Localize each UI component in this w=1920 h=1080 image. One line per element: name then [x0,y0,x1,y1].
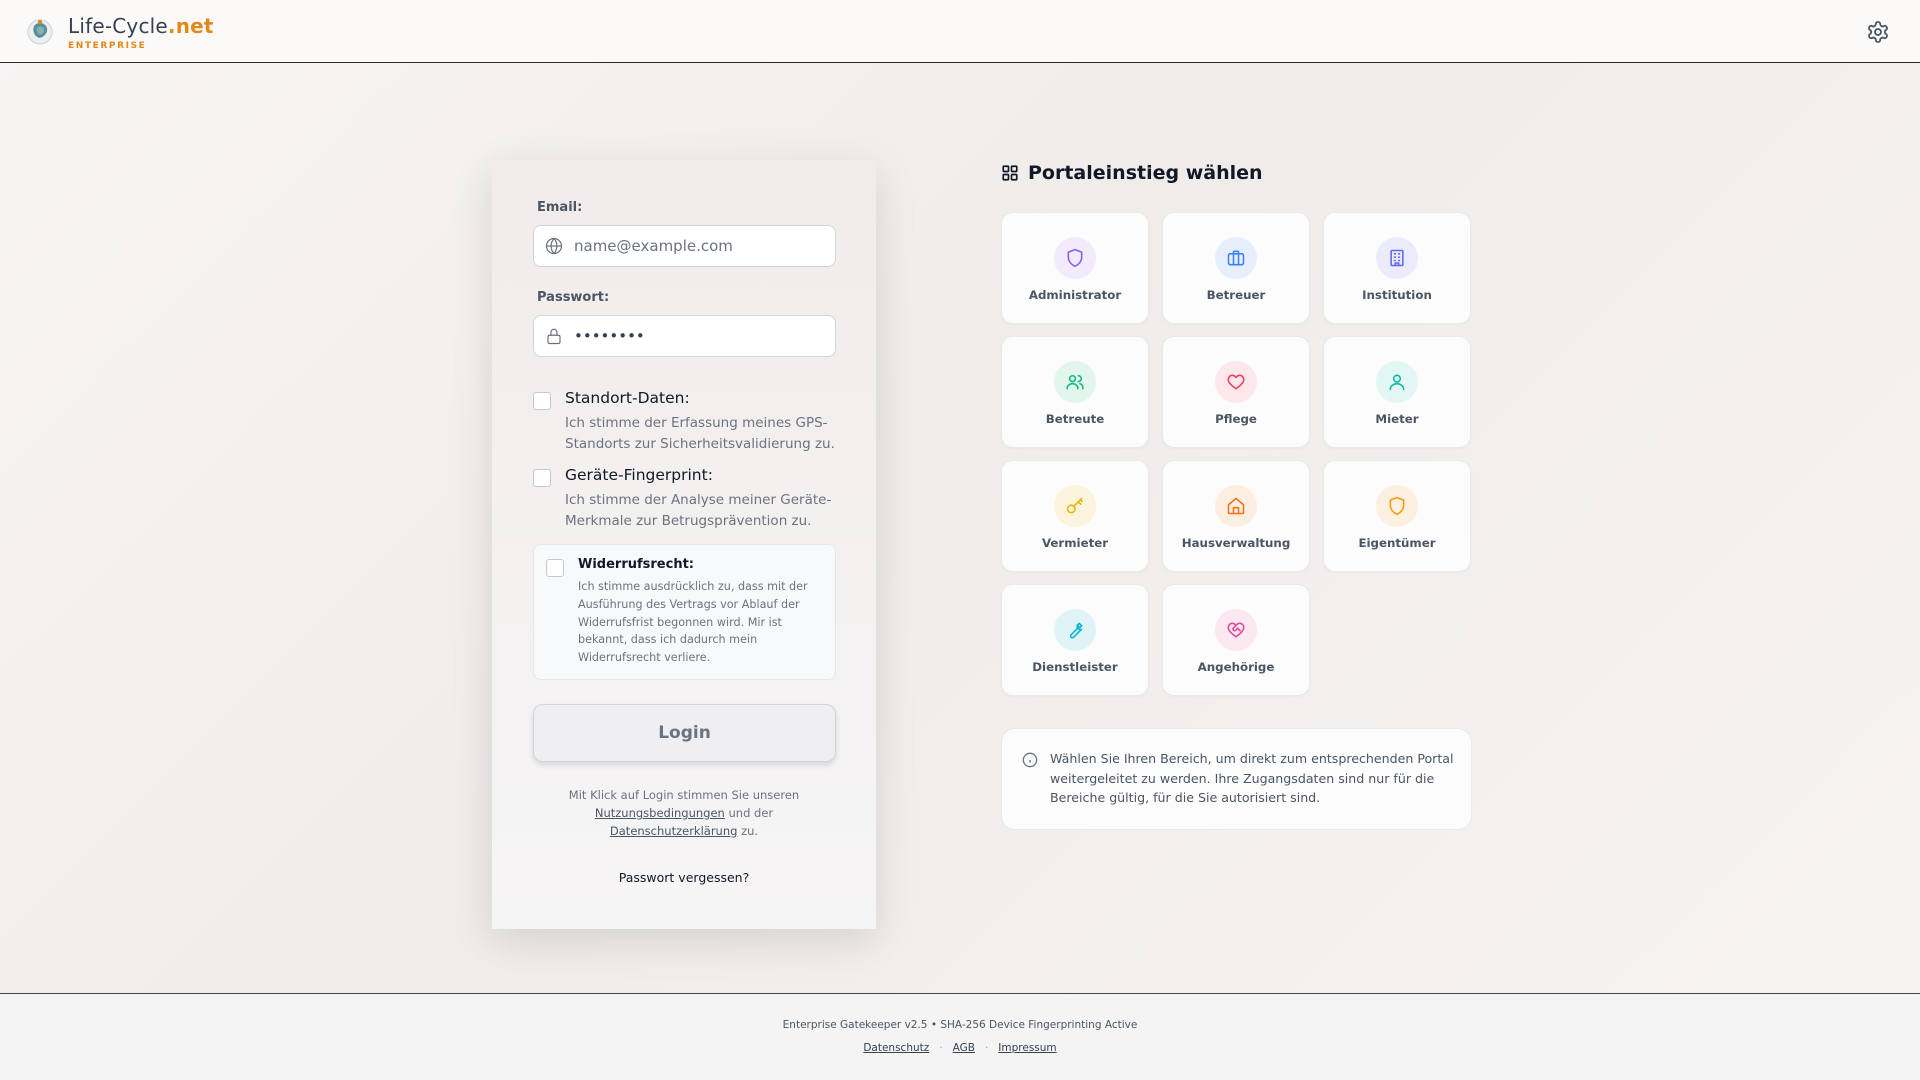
location-desc: Ich stimme der Erfassung meines GPS-Stan… [565,415,835,452]
footer-text: Enterprise Gatekeeper v2.5 • SHA-256 Dev… [782,1019,1138,1031]
footer: Enterprise Gatekeeper v2.5 • SHA-256 Dev… [0,993,1920,1080]
portal-tile-label: Betreute [1045,412,1105,426]
portal-title: Portaleinstieg wählen [1028,162,1263,184]
portal-tile-label: Administrator [1028,288,1122,302]
brand-name: Life-Cycle.net [68,14,214,38]
home-icon [1227,497,1245,515]
portal-tile-icon-circle [1215,485,1257,527]
portal-tile-angehörige[interactable]: Angehörige [1162,584,1310,696]
portal-tile-icon-circle [1054,361,1096,403]
heart-handshake-icon [1227,622,1245,638]
footer-link-impressum[interactable]: Impressum [998,1042,1056,1054]
top-header: Life-Cycle.net ENTERPRISE [0,0,1920,63]
lock-icon [547,328,561,345]
fingerprint-title: Geräte-Fingerprint: [565,466,713,484]
portal-tile-icon-circle [1215,237,1257,279]
key-icon [1066,497,1083,514]
widerruf-box: Widerrufsrecht: Ich stimme ausdrücklich … [533,544,836,680]
password-label: Passwort: [537,290,610,305]
users-icon [1066,374,1084,390]
login-card: Email: Passwort: Standort-Daten: Ich sti… [492,160,876,929]
brand-subtitle: ENTERPRISE [68,41,147,51]
email-field-wrap [533,225,836,267]
grid-icon [1002,165,1018,181]
portal-tile-icon-circle [1376,485,1418,527]
location-title: Standort-Daten: [565,389,690,407]
portal-tile-label: Betreuer [1206,288,1266,302]
portal-tile-administrator[interactable]: Administrator [1001,212,1149,324]
portal-tile-label: Pflege [1215,412,1257,426]
portal-tile-icon-circle [1215,361,1257,403]
portal-tile-label: Angehörige [1197,660,1275,674]
email-input[interactable] [574,226,829,266]
portal-tile-icon-circle [1054,237,1096,279]
footer-link-datenschutz[interactable]: Datenschutz [863,1042,929,1054]
password-input[interactable] [574,316,829,356]
briefcase-icon [1227,250,1245,266]
building-icon [1390,249,1404,267]
heart-icon [1227,374,1245,390]
widerruf-desc: Ich stimme ausdrücklich zu, dass mit der… [578,580,808,665]
wrench-icon [1069,622,1083,639]
portal-tile-label: Vermieter [1041,536,1109,550]
portal-tile-betreute[interactable]: Betreute [1001,336,1149,448]
info-box: Wählen Sie Ihren Bereich, um direkt zum … [1001,728,1472,830]
globe-icon [545,237,563,255]
user-icon [1389,374,1405,391]
location-checkbox[interactable] [533,392,551,410]
portal-tile-hausverwaltung[interactable]: Hausverwaltung [1162,460,1310,572]
privacy-link[interactable]: Datenschutzerklärung [610,824,738,838]
widerruf-title: Widerrufsrecht: [578,557,694,572]
footer-links: Datenschutz · AGB · Impressum [863,1042,1057,1054]
portal-tile-label: Eigentümer [1358,536,1436,550]
fingerprint-checkbox[interactable] [533,469,551,487]
portal-tile-label: Mieter [1375,412,1419,426]
portal-tile-dienstleister[interactable]: Dienstleister [1001,584,1149,696]
portal-tile-label: Hausverwaltung [1181,536,1291,550]
shield-outline-icon [1389,496,1405,516]
portal-tile-icon-circle [1054,609,1096,651]
portal-tile-pflege[interactable]: Pflege [1162,336,1310,448]
email-label: Email: [537,200,583,215]
portal-tile-icon-circle [1054,485,1096,527]
gear-icon[interactable] [1866,20,1890,44]
info-text: Wählen Sie Ihren Bereich, um direkt zum … [1050,751,1454,805]
portal-tile-label: Institution [1362,288,1432,302]
portal-tile-eigentümer[interactable]: Eigentümer [1323,460,1471,572]
terms-link[interactable]: Nutzungsbedingungen [595,806,725,820]
fingerprint-desc: Ich stimme der Analyse meiner Geräte-Mer… [565,492,832,529]
portal-tile-icon-circle [1376,237,1418,279]
portal-tile-label: Dienstleister [1032,660,1118,674]
shield-icon [1067,248,1083,268]
portal-tile-betreuer[interactable]: Betreuer [1162,212,1310,324]
brand[interactable]: Life-Cycle.net ENTERPRISE [68,14,214,51]
portal-tile-mieter[interactable]: Mieter [1323,336,1471,448]
portal-header: Portaleinstieg wählen [1001,162,1263,184]
info-icon [1022,752,1038,768]
password-field-wrap [533,315,836,357]
portal-tile-institution[interactable]: Institution [1323,212,1471,324]
widerruf-checkbox[interactable] [546,559,564,577]
login-button[interactable]: Login [533,704,836,762]
portal-tile-icon-circle [1376,361,1418,403]
forgot-password-link[interactable]: Passwort vergessen? [492,870,876,885]
portal-tile-vermieter[interactable]: Vermieter [1001,460,1149,572]
footer-link-agb[interactable]: AGB [953,1042,975,1054]
portal-tile-icon-circle [1215,609,1257,651]
logo-icon [27,19,53,45]
terms-text: Mit Klick auf Login stimmen Sie unseren … [568,788,800,838]
